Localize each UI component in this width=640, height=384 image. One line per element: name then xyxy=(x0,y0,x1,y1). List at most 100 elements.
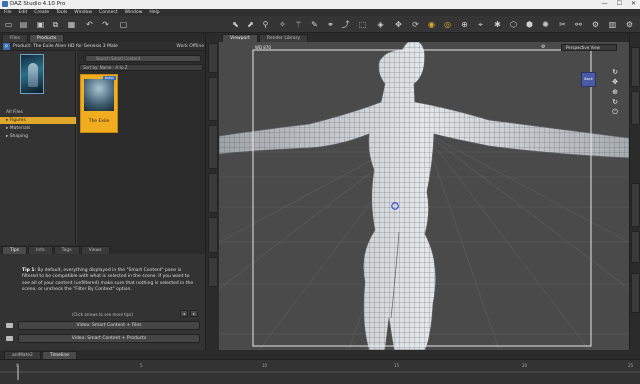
viewport-scene xyxy=(219,42,629,350)
path-icon[interactable]: ⤴ xyxy=(340,19,351,30)
tile-thumbnail xyxy=(84,79,114,111)
camera-dropdown[interactable]: Perspective View xyxy=(561,44,617,51)
node-select-icon[interactable]: ⚲ xyxy=(260,19,271,30)
prev-tip-button[interactable]: ◂ xyxy=(180,310,188,317)
timeline-tick: 15 xyxy=(394,363,400,368)
maximize-button[interactable]: ☐ xyxy=(617,0,622,7)
viewport-options-icon[interactable]: ⚙ xyxy=(541,44,545,50)
library-item-materials[interactable]: ▸ Materials xyxy=(0,125,76,132)
pan-icon[interactable]: ✥ xyxy=(611,78,619,86)
vtab-posing[interactable] xyxy=(208,217,218,253)
work-offline-button[interactable]: Work Offline xyxy=(176,44,204,49)
node-weight-icon[interactable]: ⚙ xyxy=(590,19,601,30)
library-item-figures[interactable]: ▸ Figures xyxy=(0,117,76,124)
tab-info[interactable]: Info xyxy=(28,246,53,254)
vtab-surfaces[interactable] xyxy=(208,77,218,121)
product-thumbnail xyxy=(20,54,44,94)
vtab-morph-tools[interactable] xyxy=(631,183,640,227)
tab-views[interactable]: Views xyxy=(80,246,110,254)
redo-icon[interactable]: ↷ xyxy=(100,19,111,30)
orbit-icon[interactable]: ↻ xyxy=(611,68,619,76)
save-icon[interactable]: ▣ xyxy=(35,19,46,30)
settings-icon[interactable]: ⚙ xyxy=(624,19,635,30)
video-products-button[interactable]: Video: Smart Content + Products xyxy=(18,334,200,343)
power-icon[interactable]: ⏻ xyxy=(611,108,619,116)
tab-timeline[interactable]: Timeline xyxy=(41,351,78,359)
roll-icon[interactable]: ↻ xyxy=(611,98,619,106)
spot-render-icon[interactable]: ✱ xyxy=(492,19,503,30)
surface-icon[interactable]: ⬡ xyxy=(508,19,519,30)
move-icon[interactable]: ✥ xyxy=(393,19,404,30)
brush-icon[interactable]: ✎ xyxy=(309,19,320,30)
menu-bar: File Edit Create Tools Window Connect Wi… xyxy=(0,9,640,16)
translate-icon[interactable]: ⊕ xyxy=(459,19,470,30)
timeline-tick: 5 xyxy=(140,363,143,368)
clip-icon[interactable]: ✂ xyxy=(557,19,568,30)
vtab-content[interactable] xyxy=(631,91,640,125)
vtab-lights[interactable] xyxy=(208,173,218,213)
universal-tool-icon[interactable]: ◉ xyxy=(426,19,437,30)
tab-tags[interactable]: Tags xyxy=(53,246,80,254)
merge-icon[interactable]: ⧉ xyxy=(50,19,61,30)
tab-files[interactable]: Files xyxy=(2,34,28,42)
timeline[interactable]: 0 5 10 15 20 25 xyxy=(0,359,640,384)
render-icon[interactable]: ▢ xyxy=(118,19,129,30)
viewport-tabs: Viewport Render Library xyxy=(219,33,629,42)
marquee-icon[interactable]: ⬚ xyxy=(357,19,368,30)
content-tile[interactable]: Actor The Exile xyxy=(80,74,118,133)
layout-icon[interactable]: ▥ xyxy=(607,19,618,30)
minimize-button[interactable]: — xyxy=(602,0,608,7)
3d-viewport[interactable]: WD 870 ⚙ Perspective View Back ↻ ✥ ⊕ ↻ ⏻ xyxy=(219,42,629,350)
link-icon[interactable]: ⚯ xyxy=(573,19,584,30)
joint-icon[interactable]: ⚚ xyxy=(293,19,304,30)
menu-window[interactable]: Window xyxy=(125,10,143,15)
menu-file[interactable]: File xyxy=(4,10,12,15)
all-files-label[interactable]: All Files xyxy=(0,109,76,116)
library-item-shaping[interactable]: ▸ Shaping xyxy=(0,133,76,140)
viewport-readout: WD 870 xyxy=(255,45,271,50)
camera-icon[interactable]: ⌖ xyxy=(475,19,486,30)
title-bar: DAZ Studio 4.10 Pro — ☐ ✕ xyxy=(0,0,640,9)
search-input[interactable]: Search Smart Content xyxy=(85,55,201,62)
cursor-icon[interactable]: ⬈ xyxy=(245,19,256,30)
video-icon xyxy=(6,323,13,328)
new-icon[interactable]: ▭ xyxy=(3,19,14,30)
light-icon[interactable]: ✺ xyxy=(540,19,551,30)
vtab-lights-right[interactable] xyxy=(631,231,640,263)
vtab-parameters[interactable] xyxy=(208,43,218,73)
tips-pane: Tip 1: By default, everything displayed … xyxy=(0,254,205,350)
menu-connect[interactable]: Connect xyxy=(99,10,118,15)
tips-tabs: Tips Info Tags Views xyxy=(0,245,205,254)
vtab-shaping[interactable] xyxy=(208,125,218,169)
menu-edit[interactable]: Edit xyxy=(19,10,28,15)
pointer-icon[interactable]: ⬉ xyxy=(230,19,241,30)
next-tip-button[interactable]: ▸ xyxy=(190,310,198,317)
menu-create[interactable]: Create xyxy=(34,10,49,15)
tab-products[interactable]: Products xyxy=(28,34,65,42)
close-button[interactable]: ✕ xyxy=(631,0,636,7)
render-settings-icon[interactable]: ▦ xyxy=(66,19,77,30)
vtab-animate[interactable] xyxy=(631,273,640,313)
rotate-icon[interactable]: ⟳ xyxy=(410,19,421,30)
sort-dropdown[interactable]: Sort by: Name - A to Z xyxy=(79,64,203,71)
library-item-label: Materials xyxy=(9,126,31,131)
tab-viewport[interactable]: Viewport xyxy=(222,34,258,42)
menu-help[interactable]: Help xyxy=(149,10,159,15)
geometry-icon[interactable]: ⬢ xyxy=(524,19,535,30)
open-icon[interactable]: ▤ xyxy=(18,19,29,30)
menu-tools[interactable]: Tools xyxy=(56,10,67,15)
zoom-icon[interactable]: ⊕ xyxy=(611,88,619,96)
view-cube[interactable]: Back xyxy=(581,72,596,87)
tab-tips[interactable]: Tips xyxy=(2,246,28,254)
video-files-button[interactable]: Video: Smart Content + Files xyxy=(18,321,200,330)
region-icon[interactable]: ◈ xyxy=(375,19,386,30)
scale-icon[interactable]: ◎ xyxy=(442,19,453,30)
tab-render-library[interactable]: Render Library xyxy=(258,34,309,42)
tab-animate2[interactable]: aniMate2 xyxy=(4,351,41,359)
menu-render[interactable]: Window xyxy=(74,10,92,15)
undo-icon[interactable]: ↶ xyxy=(84,19,95,30)
pose-icon[interactable]: ✧ xyxy=(277,19,288,30)
vtab-tool-settings[interactable] xyxy=(631,47,640,87)
chain-icon[interactable]: ⚭ xyxy=(325,19,336,30)
vtab-scene[interactable] xyxy=(208,257,218,287)
